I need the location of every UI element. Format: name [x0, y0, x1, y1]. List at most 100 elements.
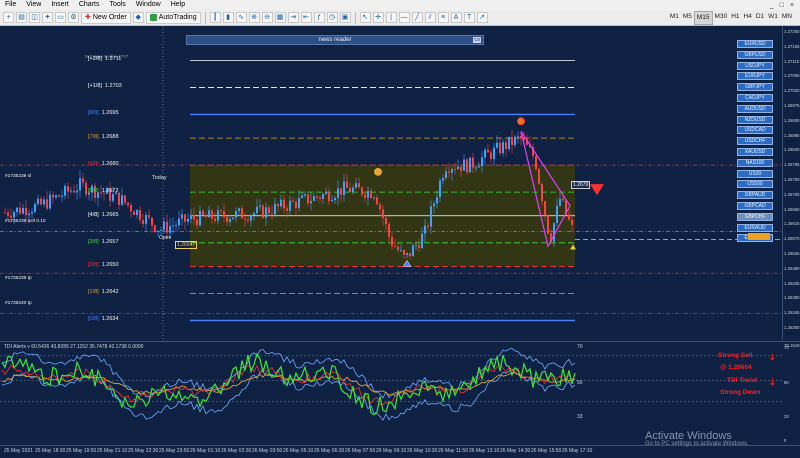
- symbol-button-audusd[interactable]: AUDUSD: [737, 104, 773, 113]
- price-badge: [748, 233, 770, 240]
- symbol-button-usdchf[interactable]: USDCHF: [737, 137, 773, 146]
- candle-body: [385, 217, 387, 225]
- autotrading-button[interactable]: AutoTrading: [145, 11, 201, 24]
- symbol-button-usdjpy[interactable]: USDJPY: [737, 61, 773, 70]
- tf-mn-button[interactable]: MN: [780, 11, 794, 25]
- tf-m30-button[interactable]: M30: [713, 11, 730, 25]
- periods-icon[interactable]: ◷: [326, 12, 338, 23]
- tf-m1-button[interactable]: M1: [668, 11, 681, 25]
- price-chart[interactable]: news reader C8 M Frame Sell) 1.2707 [+2/…: [0, 26, 783, 340]
- menu-insert[interactable]: Insert: [46, 0, 74, 10]
- candle-body: [424, 225, 426, 234]
- time-axis-label: 26 May 14:30: [500, 448, 531, 454]
- tf-m5-button[interactable]: M5: [681, 11, 694, 25]
- candle-body: [364, 194, 366, 198]
- zoom-in-icon[interactable]: ⊕: [248, 12, 260, 23]
- open-price-tag: 1.26547: [175, 241, 198, 249]
- symbol-button-eurusd[interactable]: EURUSD: [737, 40, 773, 48]
- trendline-icon[interactable]: ╱: [411, 12, 423, 23]
- maximize-button[interactable]: □: [780, 2, 784, 9]
- tdi-marker-50: 50: [577, 380, 583, 386]
- news-reader-panel[interactable]: news reader C8: [186, 35, 484, 45]
- candle-body: [346, 181, 348, 188]
- navigator-icon[interactable]: ✦: [42, 12, 53, 23]
- time-axis-label: 26 May 10:30: [407, 448, 438, 454]
- toolbar-separator: [354, 11, 356, 24]
- menu-charts[interactable]: Charts: [74, 0, 105, 10]
- candle-body: [247, 219, 249, 221]
- menu-help[interactable]: Help: [166, 0, 190, 10]
- symbol-button-usdcad[interactable]: USDCAD: [737, 126, 773, 135]
- terminal-icon[interactable]: ▭: [55, 12, 66, 23]
- candlestick-icon[interactable]: ▮: [222, 12, 234, 23]
- candle-body: [127, 202, 129, 206]
- candle-body: [436, 197, 438, 204]
- crosshair-icon[interactable]: ✛: [372, 12, 384, 23]
- new-chart-icon[interactable]: +: [3, 12, 14, 23]
- tf-m15-button[interactable]: M15: [693, 10, 713, 25]
- vertical-line-icon[interactable]: |: [385, 12, 397, 23]
- symbol-button-euraud[interactable]: EURAUD: [737, 223, 773, 232]
- murrey-level-value: 1.2703: [104, 83, 122, 90]
- horizontal-line-icon[interactable]: —: [398, 12, 410, 23]
- candle-body: [46, 199, 48, 209]
- profiles-icon[interactable]: ▤: [16, 12, 27, 23]
- candle-body: [502, 142, 504, 154]
- symbol-button-cadjpy[interactable]: CADJPY: [737, 94, 773, 102]
- symbol-button-xauusd[interactable]: XAUUSD: [737, 148, 773, 156]
- menu-tools[interactable]: Tools: [104, 0, 130, 10]
- candle-body: [148, 215, 150, 218]
- symbol-button-gbpusd[interactable]: GBPUSD: [737, 50, 773, 59]
- channel-icon[interactable]: ⫽: [424, 12, 436, 23]
- fibonacci-icon[interactable]: ≡: [437, 12, 449, 23]
- candle-body: [244, 218, 246, 220]
- indicators-icon[interactable]: ƒ: [313, 12, 325, 23]
- symbol-button-us500[interactable]: US500: [737, 180, 773, 189]
- symbol-button-gbpjpy[interactable]: GBPJPY: [737, 83, 773, 92]
- new-order-button[interactable]: ✚ New Order: [81, 11, 131, 24]
- menu-file[interactable]: File: [0, 0, 21, 10]
- tile-windows-icon[interactable]: ▦: [274, 12, 286, 23]
- autoscroll-icon[interactable]: ⇥: [287, 12, 299, 23]
- menu-view[interactable]: View: [21, 0, 46, 10]
- label-icon[interactable]: T: [463, 12, 475, 23]
- templates-icon[interactable]: ▣: [339, 12, 351, 23]
- time-axis-label: 26 May 03:50: [252, 448, 283, 454]
- symbol-button-nzdusd[interactable]: NZDUSD: [737, 115, 773, 124]
- cursor-icon[interactable]: ↖: [359, 12, 371, 23]
- symbol-button-gbpaud[interactable]: GBPAUD: [737, 191, 773, 200]
- market-watch-icon[interactable]: ◫: [29, 12, 40, 23]
- tdi-axis: 78.1619 70 50 33 0: [783, 341, 800, 445]
- chart-shift-icon[interactable]: ⇤: [300, 12, 312, 23]
- candle-body: [79, 178, 81, 191]
- candle-body: [37, 198, 39, 204]
- symbol-button-eurjpy[interactable]: EURJPY: [737, 72, 773, 81]
- tf-h1-button[interactable]: H1: [729, 11, 741, 25]
- candle-body: [211, 210, 213, 219]
- murrey-level-value: 1.2634: [101, 316, 119, 323]
- candle-body: [76, 190, 78, 193]
- arrows-icon[interactable]: ↗: [476, 12, 488, 23]
- symbol-button-us30[interactable]: US30: [737, 169, 773, 178]
- close-button[interactable]: ×: [790, 2, 794, 9]
- candle-body: [184, 214, 186, 222]
- tf-d1-button[interactable]: D1: [754, 11, 766, 25]
- candle-body: [508, 136, 510, 149]
- minimize-button[interactable]: _: [770, 2, 774, 9]
- zoom-out-icon[interactable]: ⊖: [261, 12, 273, 23]
- text-icon[interactable]: A: [450, 12, 462, 23]
- tf-w1-button[interactable]: W1: [766, 11, 780, 25]
- symbol-button-nas100[interactable]: NAS100: [737, 158, 773, 167]
- tester-icon[interactable]: ⚙: [68, 12, 79, 23]
- candle-body: [571, 219, 573, 225]
- symbol-button-gbpchf[interactable]: GBPCHF: [737, 212, 773, 221]
- symbol-button-gbpcad[interactable]: GBPCAD: [737, 202, 773, 210]
- news-reader-close-button[interactable]: C8: [473, 37, 481, 43]
- bar-chart-icon[interactable]: ┃: [209, 12, 221, 23]
- tf-h4-button[interactable]: H4: [742, 11, 754, 25]
- meta-editor-icon[interactable]: ◆: [132, 12, 144, 23]
- tdi-axis-label: 50: [784, 380, 789, 385]
- line-chart-icon[interactable]: ∿: [235, 12, 247, 23]
- candle-body: [49, 194, 51, 209]
- menu-window[interactable]: Window: [131, 0, 166, 10]
